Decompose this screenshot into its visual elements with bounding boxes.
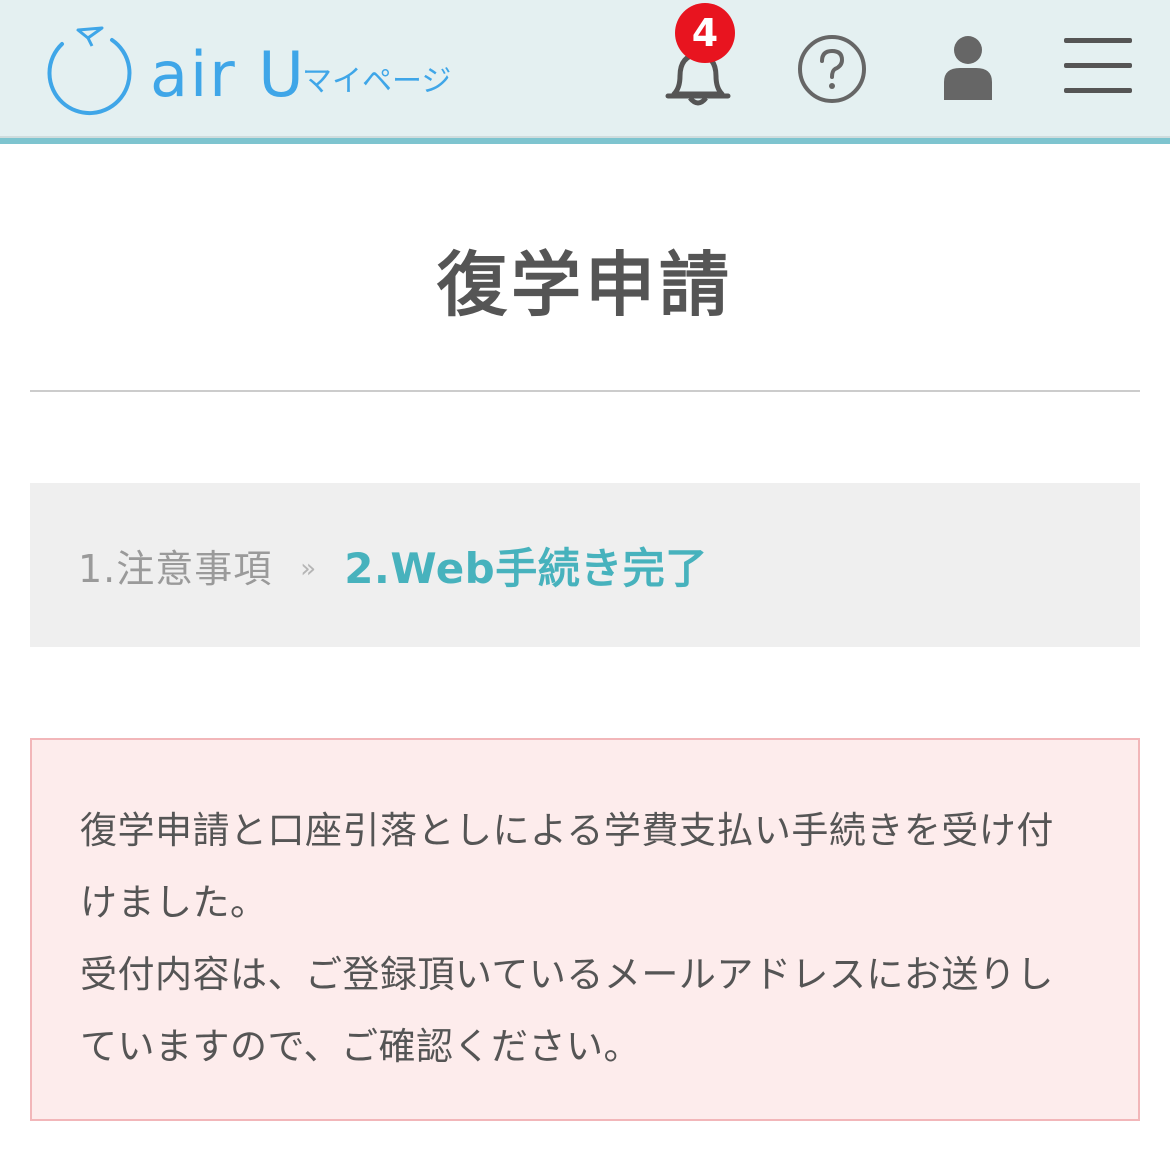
logo-text: air U bbox=[150, 38, 306, 111]
step-web-complete: 2.Web手続き完了 bbox=[344, 543, 708, 593]
menu-icon[interactable] bbox=[1062, 36, 1134, 96]
progress-steps: 1.注意事項 » 2.Web手続き完了 bbox=[30, 483, 1140, 647]
help-icon[interactable] bbox=[796, 33, 868, 105]
notice-line-1: 復学申請と口座引落としによる学費支払い手続きを受け付けました。 bbox=[80, 809, 1054, 924]
notice-line-2: 受付内容は、ご登録頂いているメールアドレスにお送りしていますので、ご確認ください… bbox=[80, 953, 1054, 1068]
step-notes: 1.注意事項 bbox=[78, 546, 273, 591]
logo-subtitle: マイページ bbox=[302, 64, 452, 99]
page-title: 復学申請 bbox=[437, 244, 733, 326]
step-separator: » bbox=[300, 554, 317, 584]
app-header: air U マイページ 4 bbox=[0, 0, 1170, 144]
completion-notice: 復学申請と口座引落としによる学費支払い手続きを受け付けました。 受付内容は、ご登… bbox=[30, 738, 1140, 1121]
user-icon[interactable] bbox=[940, 34, 996, 102]
airu-logo[interactable]: air U マイページ bbox=[40, 22, 460, 122]
notification-badge: 4 bbox=[675, 3, 735, 63]
title-divider bbox=[30, 390, 1140, 392]
logo-circle-icon bbox=[47, 26, 132, 116]
